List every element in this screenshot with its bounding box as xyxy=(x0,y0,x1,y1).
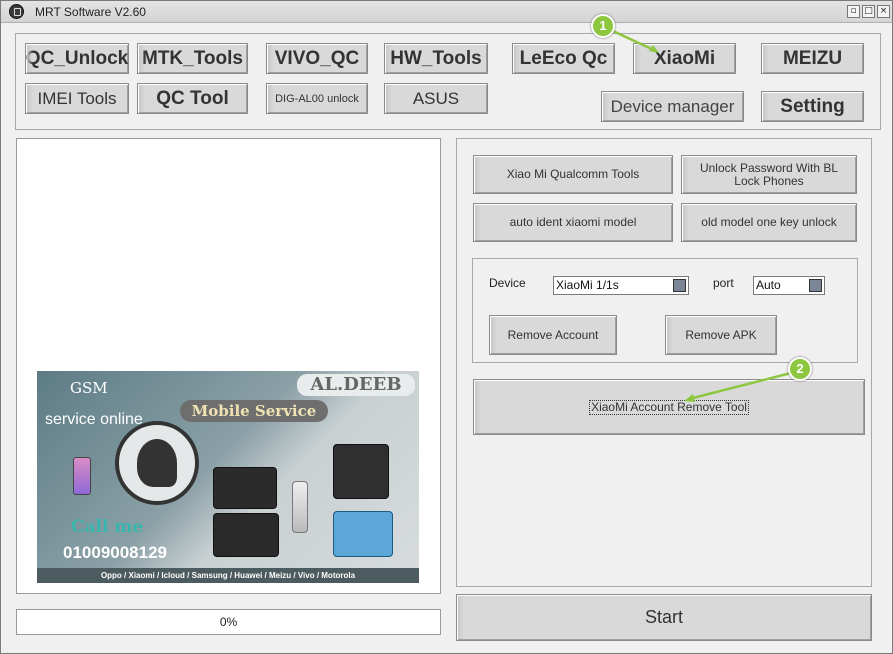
callout-1-arrowhead xyxy=(649,45,659,53)
callout-2-arrow xyxy=(688,371,792,401)
callout-1-arrow xyxy=(612,29,657,53)
callout-badge-2: 2 xyxy=(788,357,812,381)
callout-2-arrowhead xyxy=(684,394,695,402)
callout-badge-1: 1 xyxy=(591,14,615,38)
annotation-arrows xyxy=(612,29,792,402)
mrt-window: MRT Software V2.60 ▫ □ × QC_Unlock MTK_T… xyxy=(0,0,893,654)
